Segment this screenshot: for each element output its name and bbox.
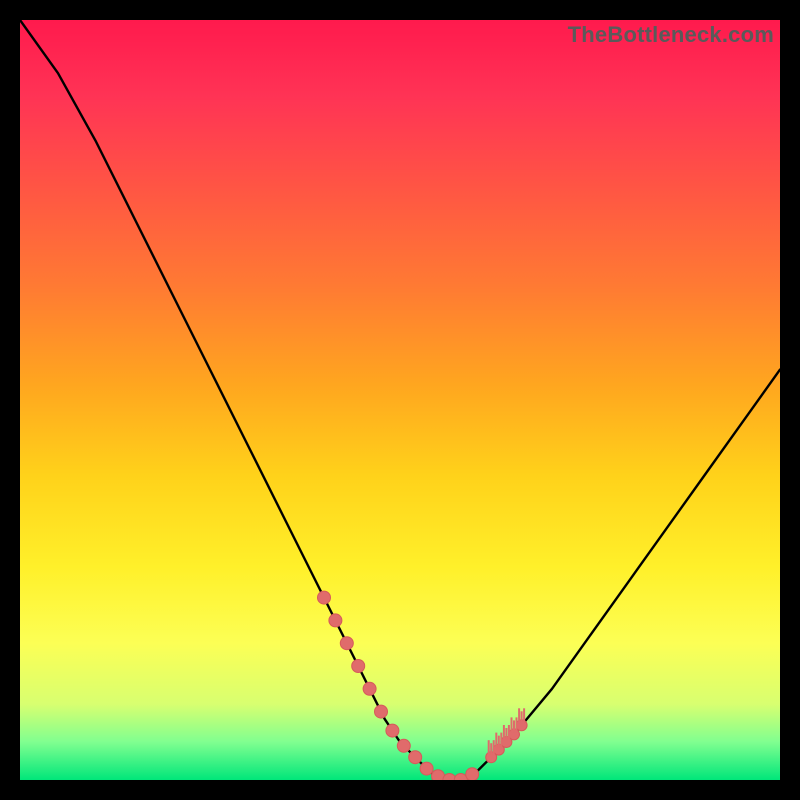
marker-dot [340, 637, 353, 650]
marker-dot [329, 614, 342, 627]
marker-dot [466, 768, 479, 780]
bottleneck-curve [20, 20, 780, 780]
marker-dot [352, 660, 365, 673]
chart-frame: TheBottleneck.com [0, 0, 800, 800]
plot-gradient-background: TheBottleneck.com [20, 20, 780, 780]
marker-dot [386, 724, 399, 737]
marker-dot [397, 739, 410, 752]
chart-overlay [20, 20, 780, 780]
marker-dot [420, 762, 433, 775]
marker-dot [375, 705, 388, 718]
marker-dot [318, 591, 331, 604]
marker-dot [432, 770, 445, 780]
marker-dot [363, 682, 376, 695]
marker-dot [409, 751, 422, 764]
marker-dots [318, 591, 528, 780]
